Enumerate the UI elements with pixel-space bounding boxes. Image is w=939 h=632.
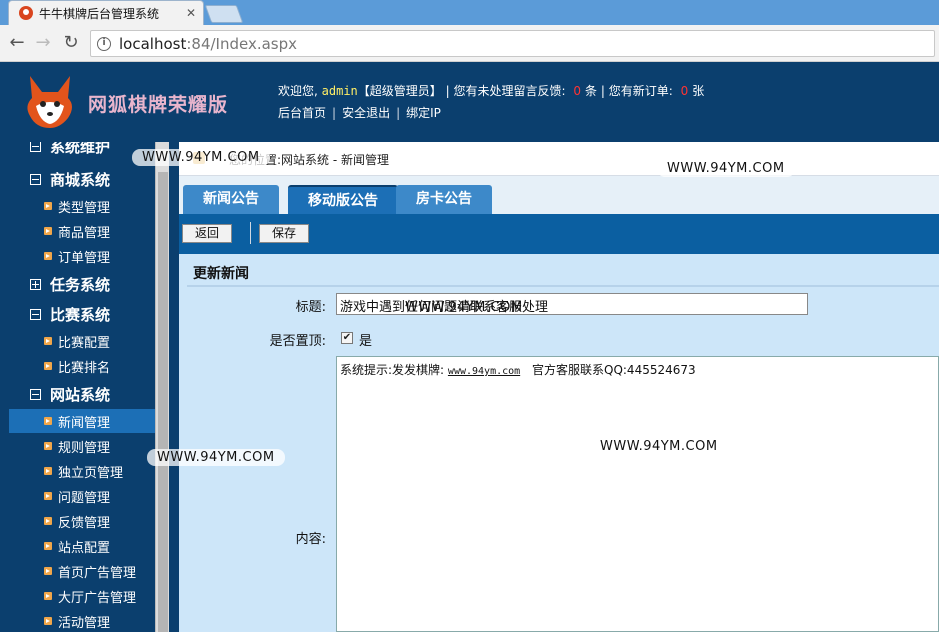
- fox-favicon-icon: [19, 6, 33, 20]
- sidebar-item-match-rank[interactable]: 比赛排名: [9, 354, 155, 378]
- news-form: 更新新闻 标题: 游戏中遇到任何问题请联系客服处理 是否置顶: ✔ 是 内容: …: [179, 254, 939, 632]
- watermark: WWW.94YM.COM: [600, 439, 718, 454]
- tab-mobile-news[interactable]: 移动版公告: [288, 185, 398, 214]
- back-arrow-icon[interactable]: ←: [6, 32, 28, 54]
- forward-arrow-icon[interactable]: →: [32, 32, 54, 54]
- sidebar-item-questions[interactable]: 问题管理: [9, 484, 155, 508]
- arrow-bullet-icon: [44, 227, 52, 235]
- logout-link[interactable]: 安全退出: [342, 106, 390, 120]
- sidebar-group-task[interactable]: 任务系统: [30, 273, 110, 295]
- content-label: 内容:: [295, 532, 326, 547]
- main-content: 您的位置:网站系统 - 新闻管理 新闻公告 移动版公告 房卡公告 返回 保存 更…: [179, 142, 939, 632]
- form-title: 更新新闻: [187, 254, 939, 287]
- collapse-icon: [30, 388, 41, 400]
- sidebar-item-goods[interactable]: 商品管理: [9, 219, 155, 243]
- breadcrumb-bar: 您的位置:网站系统 - 新闻管理: [179, 142, 939, 176]
- sidebar-group-system[interactable]: 系统维护: [30, 142, 110, 157]
- reload-icon[interactable]: ↻: [60, 32, 82, 54]
- bind-ip-link[interactable]: 绑定IP: [406, 106, 441, 120]
- fox-logo-icon: [27, 76, 72, 128]
- collapse-icon: [30, 308, 41, 320]
- arrow-bullet-icon: [44, 542, 52, 550]
- arrow-bullet-icon: [44, 252, 52, 260]
- arrow-bullet-icon: [44, 492, 52, 500]
- sidebar-item-activities[interactable]: 活动管理: [9, 609, 155, 632]
- new-tab-button[interactable]: [204, 5, 244, 23]
- action-toolbar: 返回 保存: [179, 214, 939, 254]
- sidebar-item-home-ads[interactable]: 首页广告管理: [9, 559, 155, 583]
- browser-toolbar: ← → ↻ i localhost:84/Index.aspx: [0, 25, 939, 62]
- arrow-bullet-icon: [44, 417, 52, 425]
- tab-title: 牛牛棋牌后台管理系统: [39, 6, 160, 21]
- pin-label: 是否置顶:: [269, 334, 326, 349]
- address-bar[interactable]: i localhost:84/Index.aspx: [90, 30, 935, 57]
- content-editor[interactable]: 系统提示:发发棋牌: www.94ym.com 官方客服联系QQ:4455246…: [336, 356, 939, 632]
- sidebar-item-type[interactable]: 类型管理: [9, 194, 155, 218]
- sidebar-item-site-config[interactable]: 站点配置: [9, 534, 155, 558]
- title-label: 标题:: [295, 300, 326, 315]
- back-button[interactable]: 返回: [182, 224, 233, 243]
- sidebar-item-orders[interactable]: 订单管理: [9, 244, 155, 268]
- arrow-bullet-icon: [44, 202, 52, 210]
- sidebar-item-pages[interactable]: 独立页管理: [9, 459, 155, 483]
- watermark: WWW.94YM.COM: [147, 449, 285, 466]
- sidebar-group-match[interactable]: 比赛系统: [30, 303, 110, 325]
- arrow-bullet-icon: [44, 567, 52, 575]
- arrow-bullet-icon: [44, 442, 52, 450]
- arrow-bullet-icon: [44, 337, 52, 345]
- watermark: WWW.94YM.COM: [657, 160, 795, 177]
- orders-count: 0: [680, 84, 689, 98]
- sidebar: 系统维护 商城系统 类型管理 商品管理 订单管理 任务系统 比赛系统 比赛配置 …: [0, 142, 155, 632]
- content-link[interactable]: www.94ym.com: [448, 366, 520, 377]
- arrow-bullet-icon: [44, 592, 52, 600]
- arrow-bullet-icon: [44, 517, 52, 525]
- feedback-count: 0: [573, 84, 581, 98]
- info-icon[interactable]: i: [97, 36, 111, 51]
- frame-divider: [169, 142, 179, 632]
- arrow-bullet-icon: [44, 467, 52, 475]
- user-info: 欢迎您, admin【超级管理员】 | 您有未处理留言反馈: 0条 | 您有新订…: [278, 84, 705, 98]
- home-link[interactable]: 后台首页: [278, 106, 326, 120]
- toolbar-divider: [250, 222, 251, 244]
- pin-option-text: 是: [359, 334, 373, 349]
- sidebar-group-website[interactable]: 网站系统: [30, 383, 110, 405]
- close-icon[interactable]: ✕: [183, 6, 199, 20]
- brand-title: 网狐棋牌荣耀版: [88, 94, 229, 116]
- collapse-icon: [30, 173, 41, 185]
- sidebar-item-news[interactable]: 新闻管理: [9, 409, 155, 433]
- tab-roomcard-news[interactable]: 房卡公告: [396, 185, 492, 214]
- header-links: 后台首页 | 安全退出 | 绑定IP: [278, 106, 441, 120]
- app-header: 网狐棋牌荣耀版 欢迎您, admin【超级管理员】 | 您有未处理留言反馈: 0…: [0, 62, 939, 142]
- tab-news[interactable]: 新闻公告: [183, 185, 279, 214]
- arrow-bullet-icon: [44, 362, 52, 370]
- expand-icon: [30, 278, 41, 290]
- sidebar-item-hall-ads[interactable]: 大厅广告管理: [9, 584, 155, 608]
- scrollbar-thumb[interactable]: [158, 172, 168, 632]
- browser-tab-strip: 牛牛棋牌后台管理系统 ✕: [0, 0, 939, 25]
- browser-tab[interactable]: 牛牛棋牌后台管理系统 ✕: [8, 0, 204, 25]
- pin-checkbox[interactable]: ✔: [341, 332, 353, 344]
- watermark: WWW.94YM.COM: [405, 300, 523, 315]
- sidebar-item-feedback[interactable]: 反馈管理: [9, 509, 155, 533]
- sidebar-scrollbar[interactable]: [155, 142, 169, 632]
- sidebar-item-match-config[interactable]: 比赛配置: [9, 329, 155, 353]
- url-text: localhost:84/Index.aspx: [119, 34, 298, 53]
- sidebar-item-rules[interactable]: 规则管理: [9, 434, 155, 458]
- save-button[interactable]: 保存: [259, 224, 310, 243]
- arrow-bullet-icon: [44, 617, 52, 625]
- watermark: WWW.94YM.COM: [132, 149, 270, 166]
- content-tabs: 新闻公告 移动版公告 房卡公告: [179, 176, 939, 214]
- sidebar-group-mall[interactable]: 商城系统: [30, 168, 110, 190]
- username: admin: [321, 84, 358, 98]
